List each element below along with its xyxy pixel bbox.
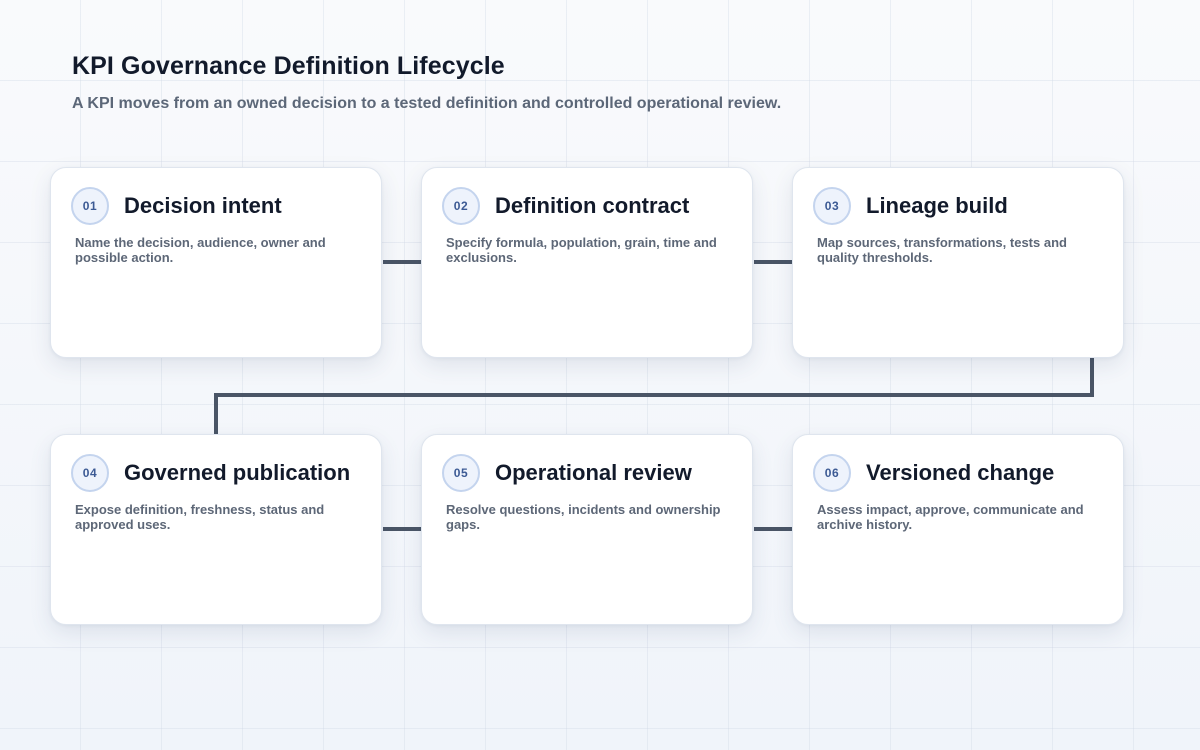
- step-card-versioned-change: 06 Versioned change Assess impact, appro…: [792, 434, 1124, 625]
- step-card-definition-contract: 02 Definition contract Specify formula, …: [421, 167, 753, 358]
- step-title: Decision intent: [124, 193, 282, 218]
- step-number-badge: 03: [813, 187, 851, 225]
- step-number-badge: 04: [71, 454, 109, 492]
- step-title: Lineage build: [866, 193, 1008, 218]
- step-number-badge: 01: [71, 187, 109, 225]
- connector-03-04: [214, 357, 1094, 434]
- step-number-badge: 05: [442, 454, 480, 492]
- step-number-badge: 02: [442, 187, 480, 225]
- step-card-operational-review: 05 Operational review Resolve questions,…: [421, 434, 753, 625]
- step-description: Specify formula, population, grain, time…: [446, 235, 717, 265]
- step-card-decision-intent: 01 Decision intent Name the decision, au…: [50, 167, 382, 358]
- step-description: Resolve questions, incidents and ownersh…: [446, 502, 721, 532]
- step-title: Definition contract: [495, 193, 690, 218]
- step-description: Assess impact, approve, communicate and …: [817, 502, 1084, 532]
- step-title: Versioned change: [866, 460, 1055, 485]
- step-description: Expose definition, freshness, status and…: [75, 502, 325, 532]
- step-card-lineage-build: 03 Lineage build Map sources, transforma…: [792, 167, 1124, 358]
- step-card-governed-publication: 04 Governed publication Expose definitio…: [50, 434, 382, 625]
- step-description: Map sources, transformations, tests and …: [817, 235, 1067, 265]
- step-number-badge: 06: [813, 454, 851, 492]
- step-description: Name the decision, audience, owner and p…: [75, 235, 326, 265]
- flow-connectors: [214, 260, 1094, 531]
- step-title: Governed publication: [124, 460, 351, 485]
- step-title: Operational review: [495, 460, 692, 485]
